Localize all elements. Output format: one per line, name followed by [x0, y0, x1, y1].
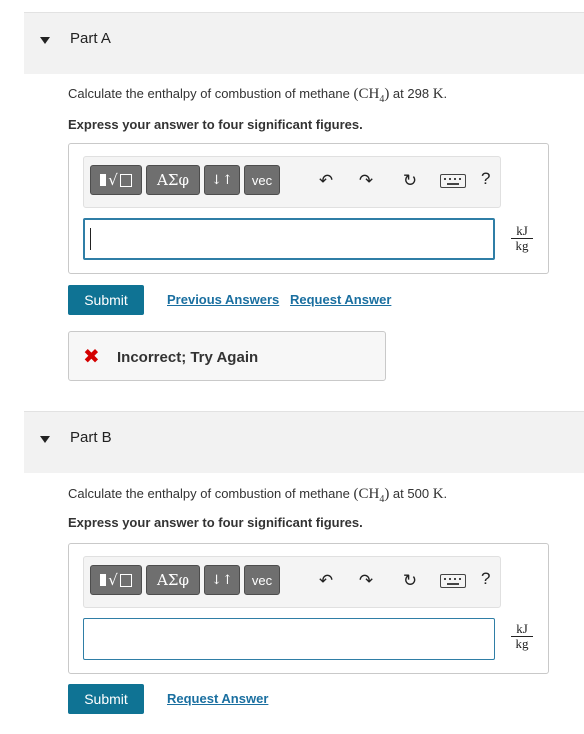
- text-caret: [90, 228, 91, 250]
- arrows-button[interactable]: ↓↑: [204, 165, 240, 195]
- help-button[interactable]: ?: [481, 169, 490, 189]
- templates-button[interactable]: √: [90, 565, 142, 595]
- reset-icon[interactable]: ↻: [400, 571, 420, 591]
- part-a-question: Calculate the enthalpy of combustion of …: [68, 86, 448, 105]
- greek-symbols-button[interactable]: ΑΣφ: [146, 565, 200, 595]
- square-root-template-icon: √: [108, 571, 118, 589]
- keyboard-icon[interactable]: [440, 174, 466, 188]
- redo-icon[interactable]: ↷: [356, 571, 376, 591]
- collapse-triangle-icon[interactable]: [40, 436, 50, 443]
- part-b-question: Calculate the enthalpy of combustion of …: [68, 486, 448, 505]
- methane-formula: (CH4): [353, 86, 390, 105]
- square-root-template-icon: √: [108, 171, 118, 189]
- feedback-message: Incorrect; Try Again: [117, 349, 259, 366]
- part-b-header[interactable]: Part B: [24, 411, 584, 473]
- part-a-request-answer-link[interactable]: Request Answer: [290, 292, 391, 307]
- incorrect-feedback: ✖ Incorrect; Try Again: [68, 331, 386, 381]
- previous-answers-link[interactable]: Previous Answers: [167, 292, 279, 307]
- math-toolbar: √ ΑΣφ ↓↑ vec ↶ ↷ ↻ ?: [83, 156, 501, 208]
- part-b-submit-button[interactable]: Submit: [68, 684, 144, 714]
- part-b-unit: kJ kg: [511, 622, 533, 651]
- redo-icon[interactable]: ↷: [356, 171, 376, 191]
- part-a-unit: kJ kg: [511, 224, 533, 253]
- greek-symbols-button[interactable]: ΑΣφ: [146, 165, 200, 195]
- methane-formula: (CH4): [353, 486, 390, 505]
- help-button[interactable]: ?: [481, 569, 490, 589]
- part-b-title: Part B: [70, 429, 112, 446]
- part-b-request-answer-link[interactable]: Request Answer: [167, 691, 268, 706]
- part-b-answer-input[interactable]: [83, 618, 495, 660]
- math-toolbar: √ ΑΣφ ↓↑ vec ↶ ↷ ↻ ?: [83, 556, 501, 608]
- undo-icon[interactable]: ↶: [316, 171, 336, 191]
- part-a-instruction: Express your answer to four significant …: [68, 117, 363, 132]
- part-a-answer-input[interactable]: [83, 218, 495, 260]
- keyboard-icon[interactable]: [440, 574, 466, 588]
- vector-button[interactable]: vec: [244, 565, 280, 595]
- templates-button[interactable]: √: [90, 165, 142, 195]
- part-b-instruction: Express your answer to four significant …: [68, 515, 363, 530]
- part-a-submit-button[interactable]: Submit: [68, 285, 144, 315]
- vector-button[interactable]: vec: [244, 165, 280, 195]
- part-b-answer-box: √ ΑΣφ ↓↑ vec ↶ ↷ ↻ ? kJ kg: [68, 543, 549, 674]
- arrows-button[interactable]: ↓↑: [204, 565, 240, 595]
- part-a-answer-box: √ ΑΣφ ↓↑ vec ↶ ↷ ↻ ? kJ kg: [68, 143, 549, 274]
- x-mark-icon: ✖: [83, 344, 100, 368]
- undo-icon[interactable]: ↶: [316, 571, 336, 591]
- part-a-header[interactable]: Part A: [24, 12, 584, 74]
- part-a-title: Part A: [70, 30, 111, 47]
- reset-icon[interactable]: ↻: [400, 171, 420, 191]
- collapse-triangle-icon[interactable]: [40, 37, 50, 44]
